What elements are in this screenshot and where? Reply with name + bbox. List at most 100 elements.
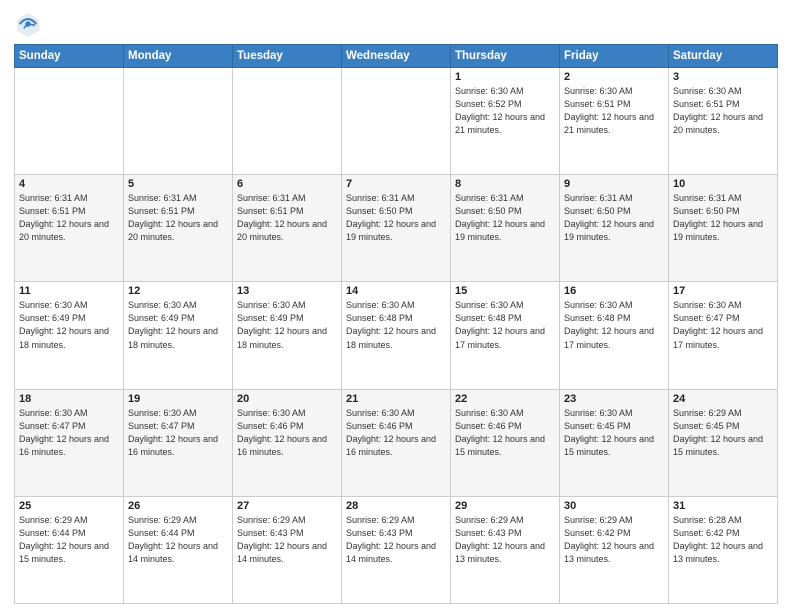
- day-info: Sunrise: 6:29 AM Sunset: 6:45 PM Dayligh…: [673, 407, 773, 459]
- calendar-cell: 20 Sunrise: 6:30 AM Sunset: 6:46 PM Dayli…: [233, 389, 342, 496]
- day-info: Sunrise: 6:29 AM Sunset: 6:44 PM Dayligh…: [19, 514, 119, 566]
- calendar-row: 18Sunrise: 6:30 AM Sunset: 6:47 PM Dayli…: [15, 389, 778, 496]
- calendar-cell: 6 Sunrise: 6:31 AM Sunset: 6:51 PM Daylig…: [233, 175, 342, 282]
- day-info: Sunrise: 6:30 AM Sunset: 6:52 PM Dayligh…: [455, 85, 555, 137]
- day-number: 2: [564, 71, 664, 83]
- calendar-cell: 23Sunrise: 6:30 AM Sunset: 6:45 PM Dayli…: [560, 389, 669, 496]
- calendar-cell: 16 Sunrise: 6:30 AM Sunset: 6:48 PM Dayli…: [560, 282, 669, 389]
- day-info: Sunrise: 6:30 AM Sunset: 6:47 PM Dayligh…: [673, 299, 773, 351]
- day-info: Sunrise: 6:30 AM Sunset: 6:49 PM Dayligh…: [128, 299, 228, 351]
- day-number: 1: [455, 71, 555, 83]
- day-info: Sunrise: 6:31 AM Sunset: 6:50 PM Dayligh…: [564, 192, 664, 244]
- calendar-cell: [15, 68, 124, 175]
- calendar-cell: 22 Sunrise: 6:30 AM Sunset: 6:46 PM Dayli…: [451, 389, 560, 496]
- day-info: Sunrise: 6:29 AM Sunset: 6:43 PM Dayligh…: [346, 514, 446, 566]
- day-number: 13: [237, 285, 337, 297]
- day-number: 14: [346, 285, 446, 297]
- calendar-row: 1 Sunrise: 6:30 AM Sunset: 6:52 PM Daylig…: [15, 68, 778, 175]
- day-number: 16: [564, 285, 664, 297]
- day-info: Sunrise: 6:31 AM Sunset: 6:50 PM Dayligh…: [455, 192, 555, 244]
- day-number: 11: [19, 285, 119, 297]
- day-number: 4: [19, 178, 119, 190]
- day-info: Sunrise: 6:28 AM Sunset: 6:42 PM Dayligh…: [673, 514, 773, 566]
- col-header-friday: Friday: [560, 45, 669, 68]
- day-info: Sunrise: 6:30 AM Sunset: 6:48 PM Dayligh…: [564, 299, 664, 351]
- calendar-cell: 28 Sunrise: 6:29 AM Sunset: 6:43 PM Dayli…: [342, 496, 451, 603]
- col-header-wednesday: Wednesday: [342, 45, 451, 68]
- day-info: Sunrise: 6:30 AM Sunset: 6:48 PM Dayligh…: [455, 299, 555, 351]
- col-header-sunday: Sunday: [15, 45, 124, 68]
- col-header-monday: Monday: [124, 45, 233, 68]
- calendar-cell: 25 Sunrise: 6:29 AM Sunset: 6:44 PM Dayli…: [15, 496, 124, 603]
- calendar-cell: [342, 68, 451, 175]
- day-info: Sunrise: 6:31 AM Sunset: 6:50 PM Dayligh…: [673, 192, 773, 244]
- day-number: 30: [564, 500, 664, 512]
- day-number: 27: [237, 500, 337, 512]
- calendar-cell: 30Sunrise: 6:29 AM Sunset: 6:42 PM Dayli…: [560, 496, 669, 603]
- day-number: 7: [346, 178, 446, 190]
- day-number: 18: [19, 393, 119, 405]
- calendar-cell: 11 Sunrise: 6:30 AM Sunset: 6:49 PM Dayli…: [15, 282, 124, 389]
- calendar-cell: 17 Sunrise: 6:30 AM Sunset: 6:47 PM Dayli…: [669, 282, 778, 389]
- day-info: Sunrise: 6:30 AM Sunset: 6:49 PM Dayligh…: [237, 299, 337, 351]
- day-info: Sunrise: 6:30 AM Sunset: 6:51 PM Dayligh…: [673, 85, 773, 137]
- day-number: 24: [673, 393, 773, 405]
- day-number: 5: [128, 178, 228, 190]
- calendar-cell: 3 Sunrise: 6:30 AM Sunset: 6:51 PM Daylig…: [669, 68, 778, 175]
- day-number: 29: [455, 500, 555, 512]
- day-info: Sunrise: 6:29 AM Sunset: 6:43 PM Dayligh…: [237, 514, 337, 566]
- calendar-cell: [124, 68, 233, 175]
- calendar-cell: 12 Sunrise: 6:30 AM Sunset: 6:49 PM Dayli…: [124, 282, 233, 389]
- day-info: Sunrise: 6:30 AM Sunset: 6:51 PM Dayligh…: [564, 85, 664, 137]
- calendar-cell: 4 Sunrise: 6:31 AM Sunset: 6:51 PM Daylig…: [15, 175, 124, 282]
- day-number: 6: [237, 178, 337, 190]
- page: SundayMondayTuesdayWednesdayThursdayFrid…: [0, 0, 792, 612]
- day-number: 19: [128, 393, 228, 405]
- calendar-cell: [233, 68, 342, 175]
- calendar-cell: 1 Sunrise: 6:30 AM Sunset: 6:52 PM Daylig…: [451, 68, 560, 175]
- calendar-row: 4 Sunrise: 6:31 AM Sunset: 6:51 PM Daylig…: [15, 175, 778, 282]
- day-number: 28: [346, 500, 446, 512]
- logo: [14, 10, 46, 38]
- col-header-thursday: Thursday: [451, 45, 560, 68]
- calendar-cell: 10 Sunrise: 6:31 AM Sunset: 6:50 PM Dayli…: [669, 175, 778, 282]
- day-info: Sunrise: 6:30 AM Sunset: 6:46 PM Dayligh…: [237, 407, 337, 459]
- calendar-cell: 26Sunrise: 6:29 AM Sunset: 6:44 PM Dayli…: [124, 496, 233, 603]
- calendar-cell: 21 Sunrise: 6:30 AM Sunset: 6:46 PM Dayli…: [342, 389, 451, 496]
- calendar-cell: 8Sunrise: 6:31 AM Sunset: 6:50 PM Daylig…: [451, 175, 560, 282]
- day-number: 9: [564, 178, 664, 190]
- day-info: Sunrise: 6:30 AM Sunset: 6:46 PM Dayligh…: [346, 407, 446, 459]
- calendar-cell: 27 Sunrise: 6:29 AM Sunset: 6:43 PM Dayli…: [233, 496, 342, 603]
- calendar-cell: 7 Sunrise: 6:31 AM Sunset: 6:50 PM Daylig…: [342, 175, 451, 282]
- day-info: Sunrise: 6:29 AM Sunset: 6:43 PM Dayligh…: [455, 514, 555, 566]
- day-number: 3: [673, 71, 773, 83]
- day-number: 12: [128, 285, 228, 297]
- calendar-cell: 13 Sunrise: 6:30 AM Sunset: 6:49 PM Dayli…: [233, 282, 342, 389]
- calendar-row: 25 Sunrise: 6:29 AM Sunset: 6:44 PM Dayli…: [15, 496, 778, 603]
- day-info: Sunrise: 6:31 AM Sunset: 6:51 PM Dayligh…: [19, 192, 119, 244]
- day-number: 17: [673, 285, 773, 297]
- day-info: Sunrise: 6:30 AM Sunset: 6:46 PM Dayligh…: [455, 407, 555, 459]
- col-header-tuesday: Tuesday: [233, 45, 342, 68]
- day-number: 25: [19, 500, 119, 512]
- day-info: Sunrise: 6:31 AM Sunset: 6:50 PM Dayligh…: [346, 192, 446, 244]
- day-number: 10: [673, 178, 773, 190]
- col-header-saturday: Saturday: [669, 45, 778, 68]
- day-number: 23: [564, 393, 664, 405]
- day-info: Sunrise: 6:30 AM Sunset: 6:48 PM Dayligh…: [346, 299, 446, 351]
- day-info: Sunrise: 6:31 AM Sunset: 6:51 PM Dayligh…: [237, 192, 337, 244]
- day-number: 21: [346, 393, 446, 405]
- calendar-cell: 5Sunrise: 6:31 AM Sunset: 6:51 PM Daylig…: [124, 175, 233, 282]
- calendar-cell: 29 Sunrise: 6:29 AM Sunset: 6:43 PM Dayli…: [451, 496, 560, 603]
- calendar-cell: 15Sunrise: 6:30 AM Sunset: 6:48 PM Dayli…: [451, 282, 560, 389]
- calendar-cell: 2 Sunrise: 6:30 AM Sunset: 6:51 PM Daylig…: [560, 68, 669, 175]
- day-info: Sunrise: 6:30 AM Sunset: 6:49 PM Dayligh…: [19, 299, 119, 351]
- day-info: Sunrise: 6:29 AM Sunset: 6:44 PM Dayligh…: [128, 514, 228, 566]
- day-number: 31: [673, 500, 773, 512]
- day-number: 20: [237, 393, 337, 405]
- day-number: 22: [455, 393, 555, 405]
- header: [14, 10, 778, 38]
- calendar-table: SundayMondayTuesdayWednesdayThursdayFrid…: [14, 44, 778, 604]
- calendar-row: 11 Sunrise: 6:30 AM Sunset: 6:49 PM Dayli…: [15, 282, 778, 389]
- calendar-cell: 31 Sunrise: 6:28 AM Sunset: 6:42 PM Dayli…: [669, 496, 778, 603]
